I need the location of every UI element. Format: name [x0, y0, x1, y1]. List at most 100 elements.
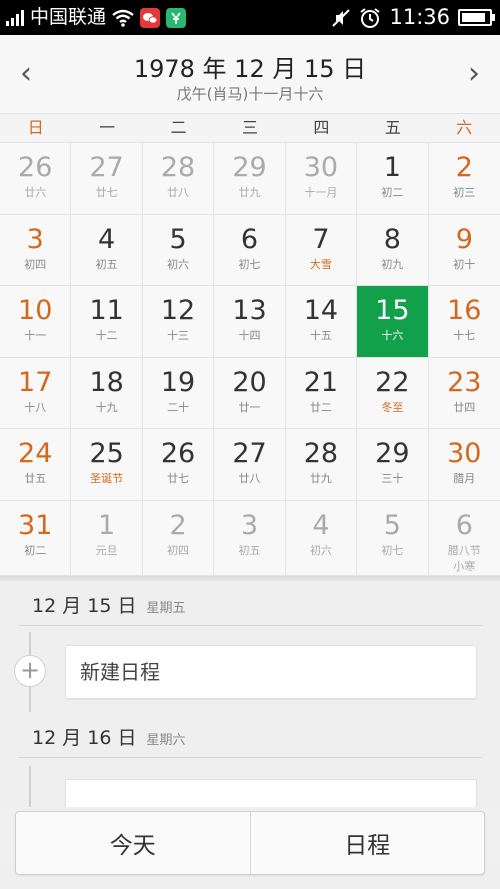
wifi-icon	[112, 9, 134, 27]
day-cell[interactable]: 3 初四	[0, 214, 72, 287]
day-cell[interactable]: 18 十九	[71, 357, 143, 430]
day-cell[interactable]: 6 初七	[214, 214, 286, 287]
day-number: 5	[169, 223, 187, 255]
day-number: 25	[89, 438, 124, 470]
day-cell[interactable]: 29 廿九	[214, 143, 286, 215]
day-cell[interactable]: 4 初六	[285, 500, 358, 576]
day-cell[interactable]: 27 廿八	[214, 429, 286, 501]
agenda-weekday: 星期六	[146, 732, 186, 748]
weekday-label: 三	[241, 118, 258, 137]
lunar-day-label: 廿八	[167, 186, 190, 199]
day-cell[interactable]: 13 十四	[214, 286, 286, 358]
day-cell[interactable]: 21 廿二	[285, 357, 358, 430]
day-cell[interactable]: 26 廿六	[0, 143, 72, 215]
day-cell[interactable]: 29 三十	[357, 429, 429, 501]
day-cell[interactable]: 25 圣诞节	[71, 429, 143, 501]
day-cell[interactable]: 1 初二	[357, 143, 429, 215]
lunar-day-label: 十五	[309, 329, 332, 343]
day-number: 13	[232, 295, 267, 327]
day-cell[interactable]: 7 大雪	[285, 214, 358, 287]
wallet-app-icon	[166, 7, 187, 28]
status-left: 中国联通	[6, 0, 187, 35]
day-cell[interactable]: 3 初五	[214, 500, 286, 576]
agenda-date: 12 月 16 日	[32, 727, 137, 749]
day-cell[interactable]: 8 初九	[357, 214, 429, 287]
next-month-button[interactable]: ›	[454, 53, 494, 93]
day-number: 1	[383, 152, 401, 183]
day-number: 30	[303, 152, 339, 183]
lunar-day-label: 廿七	[95, 186, 118, 199]
day-number: 4	[98, 223, 116, 255]
day-cell[interactable]: 24 廿五	[0, 429, 72, 501]
bottom-bar: 今天 日程	[0, 807, 500, 889]
day-cell[interactable]: 17 十八	[0, 357, 72, 430]
schedule-button[interactable]: 日程	[249, 812, 485, 874]
chat-app-icon	[140, 7, 161, 28]
lunar-day-label: 初十	[453, 257, 476, 271]
day-cell[interactable]: 28 廿八	[142, 143, 215, 215]
weekday-label: 六	[456, 118, 473, 137]
day-number: 5	[383, 509, 401, 541]
day-cell[interactable]: 23 廿四	[428, 357, 500, 430]
day-cell[interactable]: 22 冬至	[357, 357, 429, 430]
agenda-list[interactable]: 12 月 15 日 星期五 + 新建日程 12 月 16 日 星期六	[0, 582, 500, 807]
day-cell[interactable]: 5 初七	[357, 500, 429, 576]
new-event-card[interactable]: 新建日程	[65, 645, 477, 699]
battery-fill	[462, 13, 486, 22]
carrier-name: 中国联通	[30, 6, 107, 28]
today-button[interactable]: 今天	[16, 812, 250, 874]
day-number: 29	[232, 152, 267, 183]
lunar-date-subtitle: 戊午(肖马)十一月十六	[176, 85, 324, 103]
day-cell[interactable]: 5 初六	[142, 214, 215, 287]
day-number: 28	[160, 152, 196, 183]
add-event-button[interactable]: +	[14, 655, 46, 687]
lunar-day-label: 十八	[24, 400, 47, 414]
day-cell[interactable]: 6 腊八节 小寒	[428, 500, 500, 576]
alarm-icon	[360, 7, 381, 28]
day-cell[interactable]: 10 十一	[0, 286, 72, 358]
agenda-weekday: 星期五	[146, 600, 186, 616]
day-number: 18	[89, 366, 124, 398]
lunar-day-label: 初七	[238, 257, 261, 271]
day-cell[interactable]: 19 二十	[142, 357, 215, 430]
day-cell[interactable]: 16 十七	[428, 286, 500, 358]
day-number: 20	[232, 366, 267, 398]
lunar-day-label: 廿一	[238, 400, 261, 414]
day-cell[interactable]: 30 十一月	[285, 143, 358, 215]
day-cell[interactable]: 2 初三	[428, 143, 500, 215]
status-bar: 中国联通 11:36	[0, 0, 500, 35]
day-cell[interactable]: 30 腊月	[428, 429, 500, 501]
day-cell[interactable]: 27 廿七	[71, 143, 143, 215]
battery-icon	[458, 9, 495, 26]
lunar-day-label: 初六	[309, 543, 332, 557]
day-cell[interactable]: 11 十二	[71, 286, 143, 358]
event-card[interactable]	[65, 779, 477, 807]
lunar-day-label: 初三	[453, 186, 476, 199]
day-cell-selected[interactable]: 15 十六	[357, 286, 429, 358]
day-cell[interactable]: 2 初四	[142, 500, 215, 576]
day-cell[interactable]: 1 元旦	[71, 500, 143, 576]
day-cell[interactable]: 26 廿七	[142, 429, 215, 501]
day-number: 11	[89, 295, 124, 327]
calendar-header: ‹ 1978 年 12 月 15 日 戊午(肖马)十一月十六 ›	[0, 35, 500, 113]
agenda-day-header: 12 月 15 日 星期五	[18, 584, 482, 626]
day-cell[interactable]: 20 廿一	[214, 357, 286, 430]
day-number: 6	[240, 223, 259, 255]
day-number: 12	[160, 295, 196, 327]
day-cell[interactable]: 28 廿九	[285, 429, 358, 501]
day-number: 24	[18, 438, 53, 470]
day-number: 4	[312, 509, 330, 541]
day-number: 27	[89, 152, 124, 183]
day-cell[interactable]: 4 初五	[71, 214, 143, 287]
selected-date-title: 1978 年 12 月 15 日	[133, 55, 367, 83]
day-cell[interactable]: 9 初十	[428, 214, 500, 287]
lunar-day-label: 三十	[381, 472, 404, 486]
lunar-day-label: 初六	[167, 257, 190, 271]
status-right: 11:36	[331, 0, 495, 35]
solar-term-label: 小寒	[453, 559, 476, 573]
lunar-day-label: 二十	[167, 400, 190, 414]
day-cell[interactable]: 31 初二	[0, 500, 72, 576]
day-cell[interactable]: 12 十三	[142, 286, 215, 358]
day-cell[interactable]: 14 十五	[285, 286, 358, 358]
lunar-day-label: 廿九	[309, 472, 332, 486]
